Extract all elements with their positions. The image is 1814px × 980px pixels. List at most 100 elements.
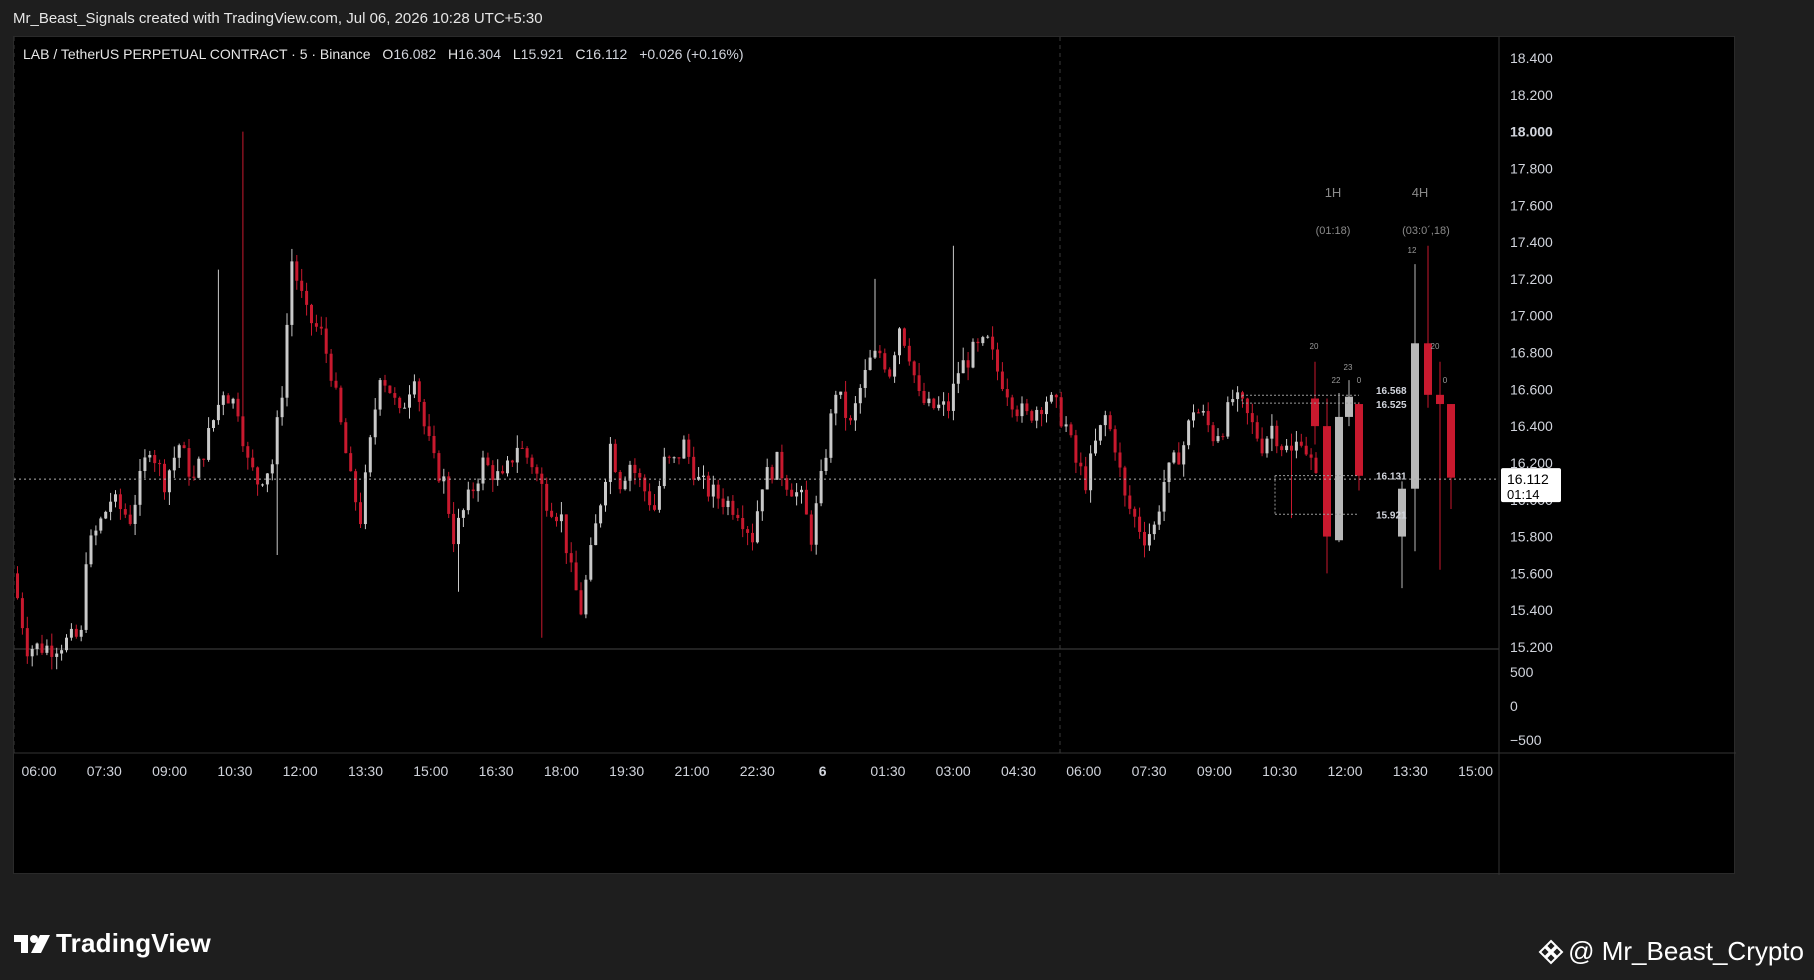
candle-body xyxy=(1138,516,1142,532)
htf-timer-1h: (01:18) xyxy=(1316,225,1351,237)
time-tick-label: 12:00 xyxy=(1327,763,1362,779)
candle-body xyxy=(746,529,750,533)
candle-body xyxy=(1147,534,1151,546)
price-tick-label: 18.000 xyxy=(1510,124,1553,140)
candle-body xyxy=(109,501,113,512)
candle-body xyxy=(1103,415,1107,426)
candle-body xyxy=(1040,409,1044,415)
candle-body xyxy=(883,353,887,370)
candle-body xyxy=(760,489,764,512)
price-tick-label: 17.200 xyxy=(1510,271,1553,287)
candle-body xyxy=(447,476,451,514)
candle-body xyxy=(604,481,607,506)
candle-body xyxy=(437,453,441,482)
candle-body xyxy=(324,328,328,354)
candle-body xyxy=(1285,445,1289,451)
candle-body xyxy=(398,397,402,409)
price-tick-label: 15.200 xyxy=(1510,639,1553,655)
candle-body xyxy=(648,491,652,506)
candle-countdown: 01:14 xyxy=(1507,487,1540,502)
candle-body xyxy=(956,373,960,384)
candle-body xyxy=(1108,415,1112,430)
candle-body xyxy=(770,467,774,480)
candle-body xyxy=(1094,440,1097,454)
candle-body xyxy=(608,443,612,482)
candle-body xyxy=(535,467,539,474)
time-tick-label: 07:30 xyxy=(87,763,122,779)
candle-body xyxy=(966,360,970,368)
candle-body xyxy=(755,511,759,543)
candle-body xyxy=(971,341,975,368)
candle-body xyxy=(476,483,480,492)
candle-body xyxy=(853,403,857,421)
candle-body xyxy=(427,426,431,436)
htf-1h-candle-body xyxy=(1323,426,1331,537)
candle-body xyxy=(74,628,78,637)
candle-body xyxy=(202,458,206,460)
candle-body xyxy=(898,328,901,356)
price-tick-label: 17.000 xyxy=(1510,308,1553,324)
candle-body xyxy=(589,545,593,580)
htf-4h-count: 12 xyxy=(1408,246,1417,255)
candle-body xyxy=(114,494,117,502)
volume-tick-label: 0 xyxy=(1510,698,1518,714)
price-tick-label: 18.400 xyxy=(1510,50,1553,66)
candle-body xyxy=(104,511,108,519)
price-chart[interactable]: 15.20015.40015.60015.80016.00016.20016.4… xyxy=(14,37,1736,875)
candle-body xyxy=(545,483,549,511)
candle-body xyxy=(501,471,505,474)
htf-1h-candle-body xyxy=(1355,404,1363,476)
candle-body xyxy=(221,395,225,405)
candle-body xyxy=(1211,425,1215,442)
candle-body xyxy=(711,484,715,497)
time-tick-label: 13:30 xyxy=(1393,763,1428,779)
candle-body xyxy=(1226,402,1230,437)
time-tick-label: 19:30 xyxy=(609,763,644,779)
price-tick-label: 17.400 xyxy=(1510,234,1553,250)
price-tick-label: 15.800 xyxy=(1510,529,1553,545)
candle-body xyxy=(1309,454,1313,458)
candle-body xyxy=(1201,411,1205,413)
candle-body xyxy=(623,480,627,490)
candle-body xyxy=(819,471,823,504)
candle-body xyxy=(60,650,64,654)
chart-frame[interactable]: 15.20015.40015.60015.80016.00016.20016.4… xyxy=(13,36,1736,875)
candle-body xyxy=(780,451,784,479)
candle-body xyxy=(1005,389,1009,398)
candle-body xyxy=(368,437,372,473)
htf-level-label: 15.921 xyxy=(1376,510,1407,521)
candle-body xyxy=(579,590,583,615)
symbol-legend: LAB / TetherUS PERPETUAL CONTRACT · 5 · … xyxy=(23,46,743,62)
candle-body xyxy=(339,387,343,423)
candle-body xyxy=(457,517,460,545)
candle-body xyxy=(1187,420,1191,446)
candle-body xyxy=(226,395,230,404)
candle-body xyxy=(912,361,916,376)
candle-body xyxy=(1069,424,1073,436)
candle-body xyxy=(461,510,465,518)
candle-body xyxy=(182,445,186,449)
htf-1h-count: 20 xyxy=(1310,342,1319,351)
candle-body xyxy=(902,328,906,346)
htf-1h-count: 22 xyxy=(1332,376,1341,385)
candle-body xyxy=(128,514,132,524)
candle-body xyxy=(927,398,931,404)
symbol-name: LAB / TetherUS PERPETUAL CONTRACT · 5 · … xyxy=(23,46,371,62)
candle-body xyxy=(653,505,656,510)
htf-4h-count: 20 xyxy=(1431,342,1440,351)
candle-body xyxy=(187,448,191,477)
candle-body xyxy=(1074,435,1078,463)
candle-body xyxy=(961,360,965,374)
tradingview-logo[interactable]: TradingView xyxy=(14,928,211,959)
candle-body xyxy=(417,381,421,402)
candle-body xyxy=(1035,409,1039,421)
open-value: 16.082 xyxy=(393,46,437,62)
candle-body xyxy=(310,304,313,324)
candle-body xyxy=(702,475,705,477)
candle-body xyxy=(574,562,578,591)
candle-body xyxy=(878,350,882,354)
candle-body xyxy=(334,380,338,388)
candle-body xyxy=(167,470,171,493)
candle-body xyxy=(163,463,166,493)
time-tick-label: 21:00 xyxy=(674,763,709,779)
